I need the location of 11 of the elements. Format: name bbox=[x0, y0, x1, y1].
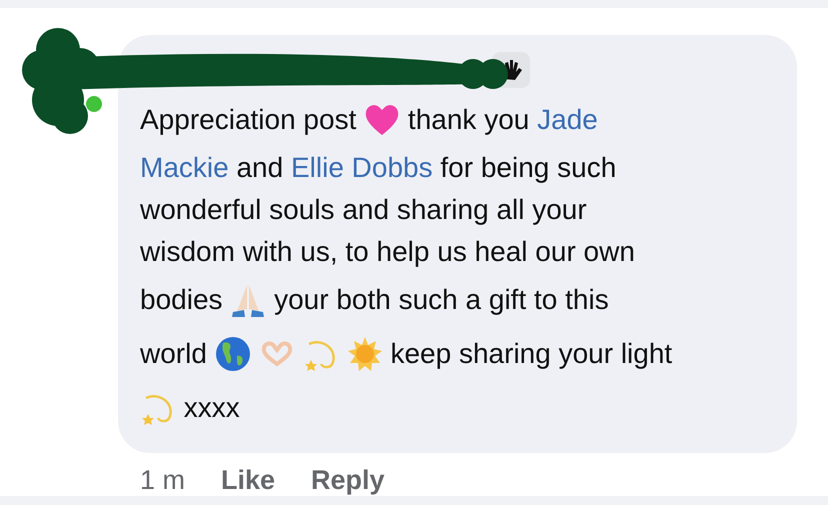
name-link[interactable]: Jade bbox=[537, 104, 598, 136]
name-link[interactable]: Mackie bbox=[140, 152, 229, 184]
heart-icon bbox=[364, 102, 400, 138]
name-link[interactable]: Ellie Dobbs bbox=[290, 152, 433, 184]
like-button[interactable]: Like bbox=[221, 465, 276, 496]
reply-button[interactable]: Reply bbox=[311, 465, 385, 496]
timestamp: 1 m bbox=[140, 465, 186, 496]
globe-icon bbox=[214, 336, 251, 372]
comment-text: Appreciation post thank you Jade Mackie and Ellie Dobbs for being such wonderful souls and sharing all your wisdom with us, to help us heal our own bodies your both such a gift to this world keep sharing your light xxxx bbox=[140, 93, 777, 435]
sun-icon bbox=[346, 336, 383, 372]
online-status-dot bbox=[86, 96, 102, 112]
